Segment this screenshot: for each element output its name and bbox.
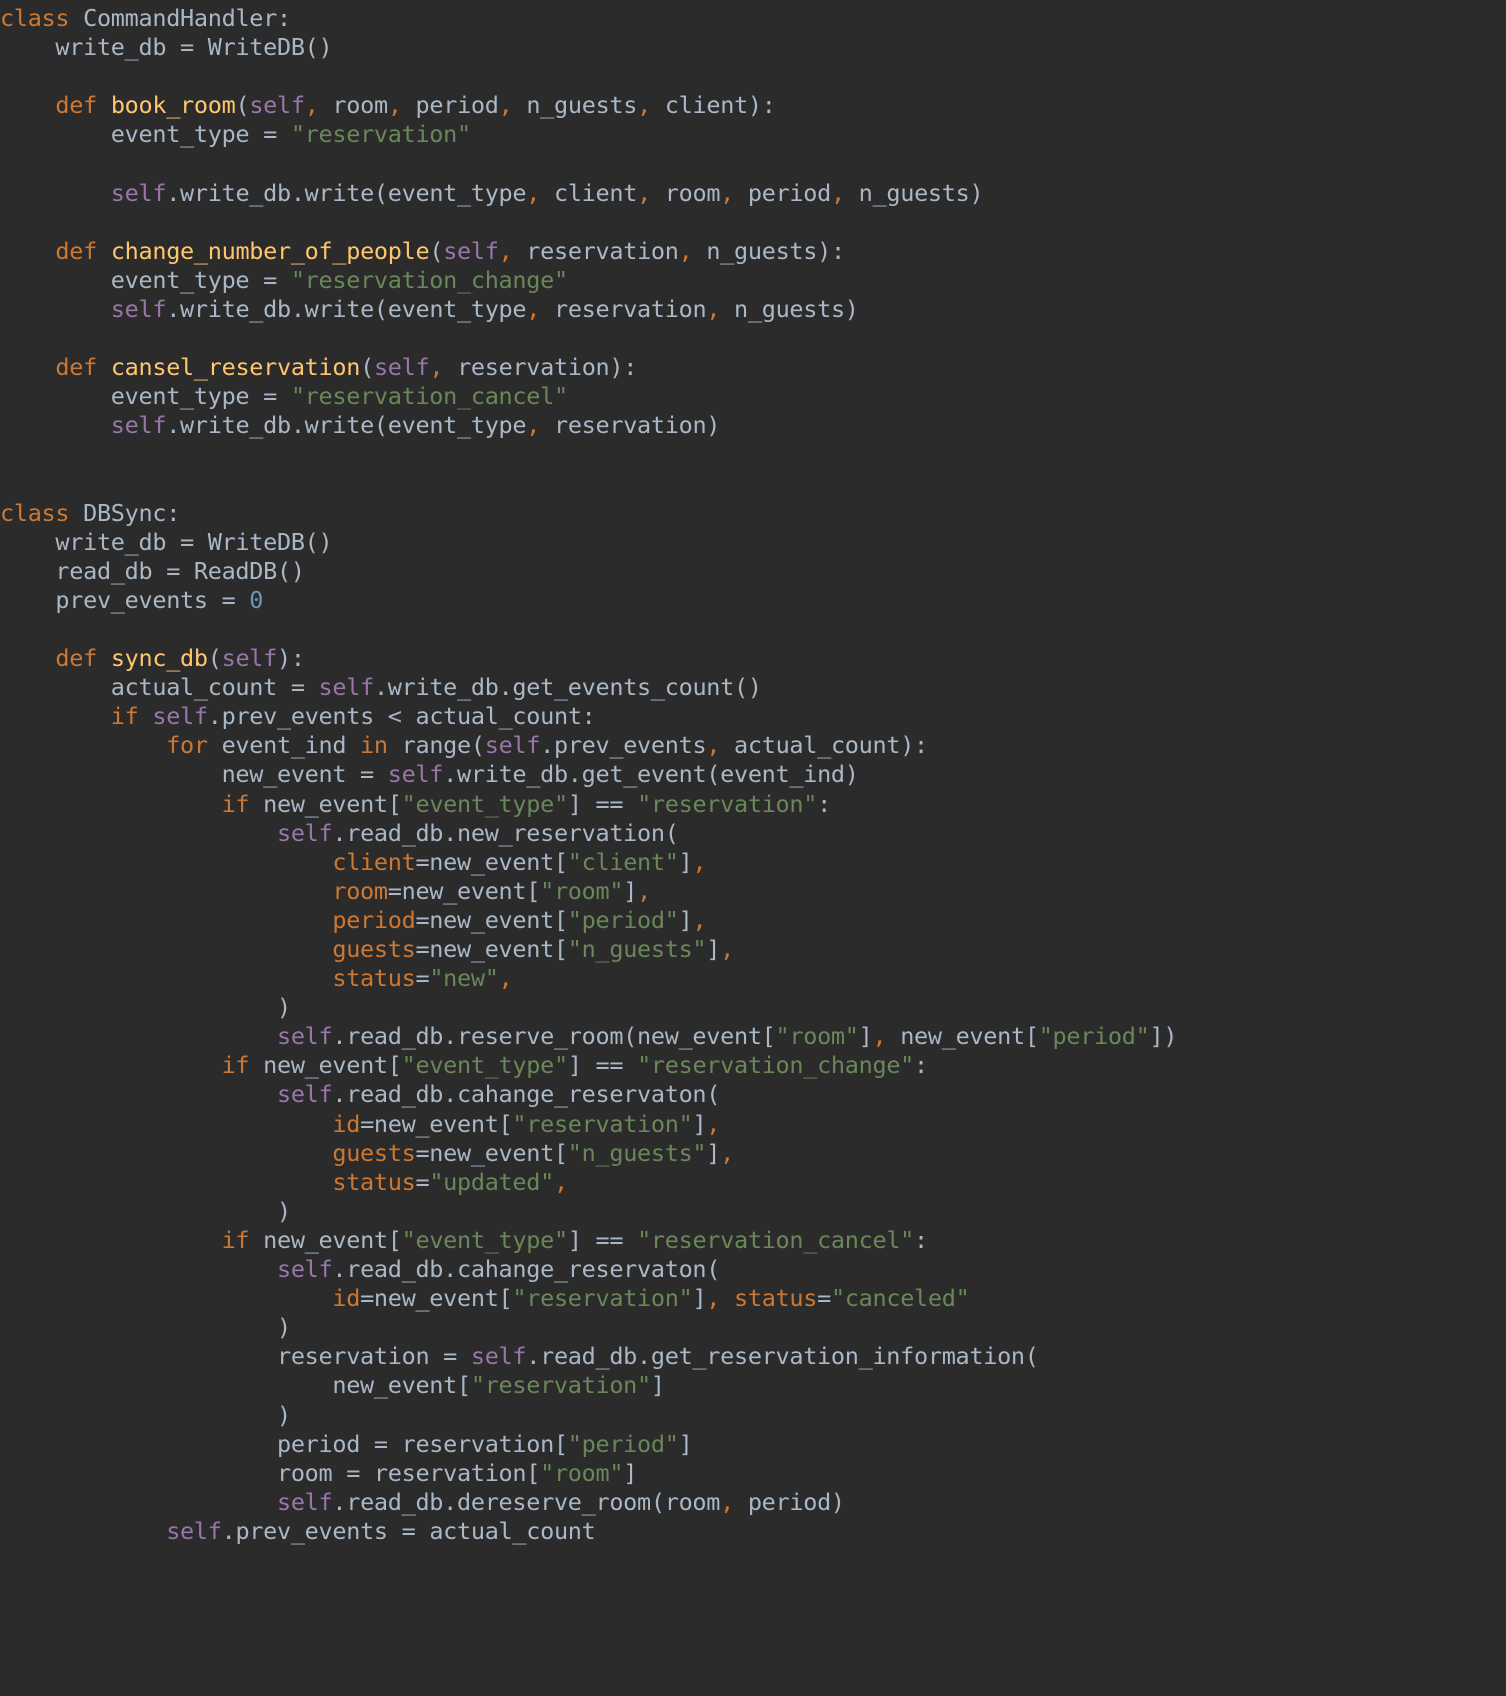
code-viewer: class CommandHandler: write_db = WriteDB…: [0, 0, 1506, 1696]
python-source-code: class CommandHandler: write_db = WriteDB…: [0, 4, 1178, 1545]
